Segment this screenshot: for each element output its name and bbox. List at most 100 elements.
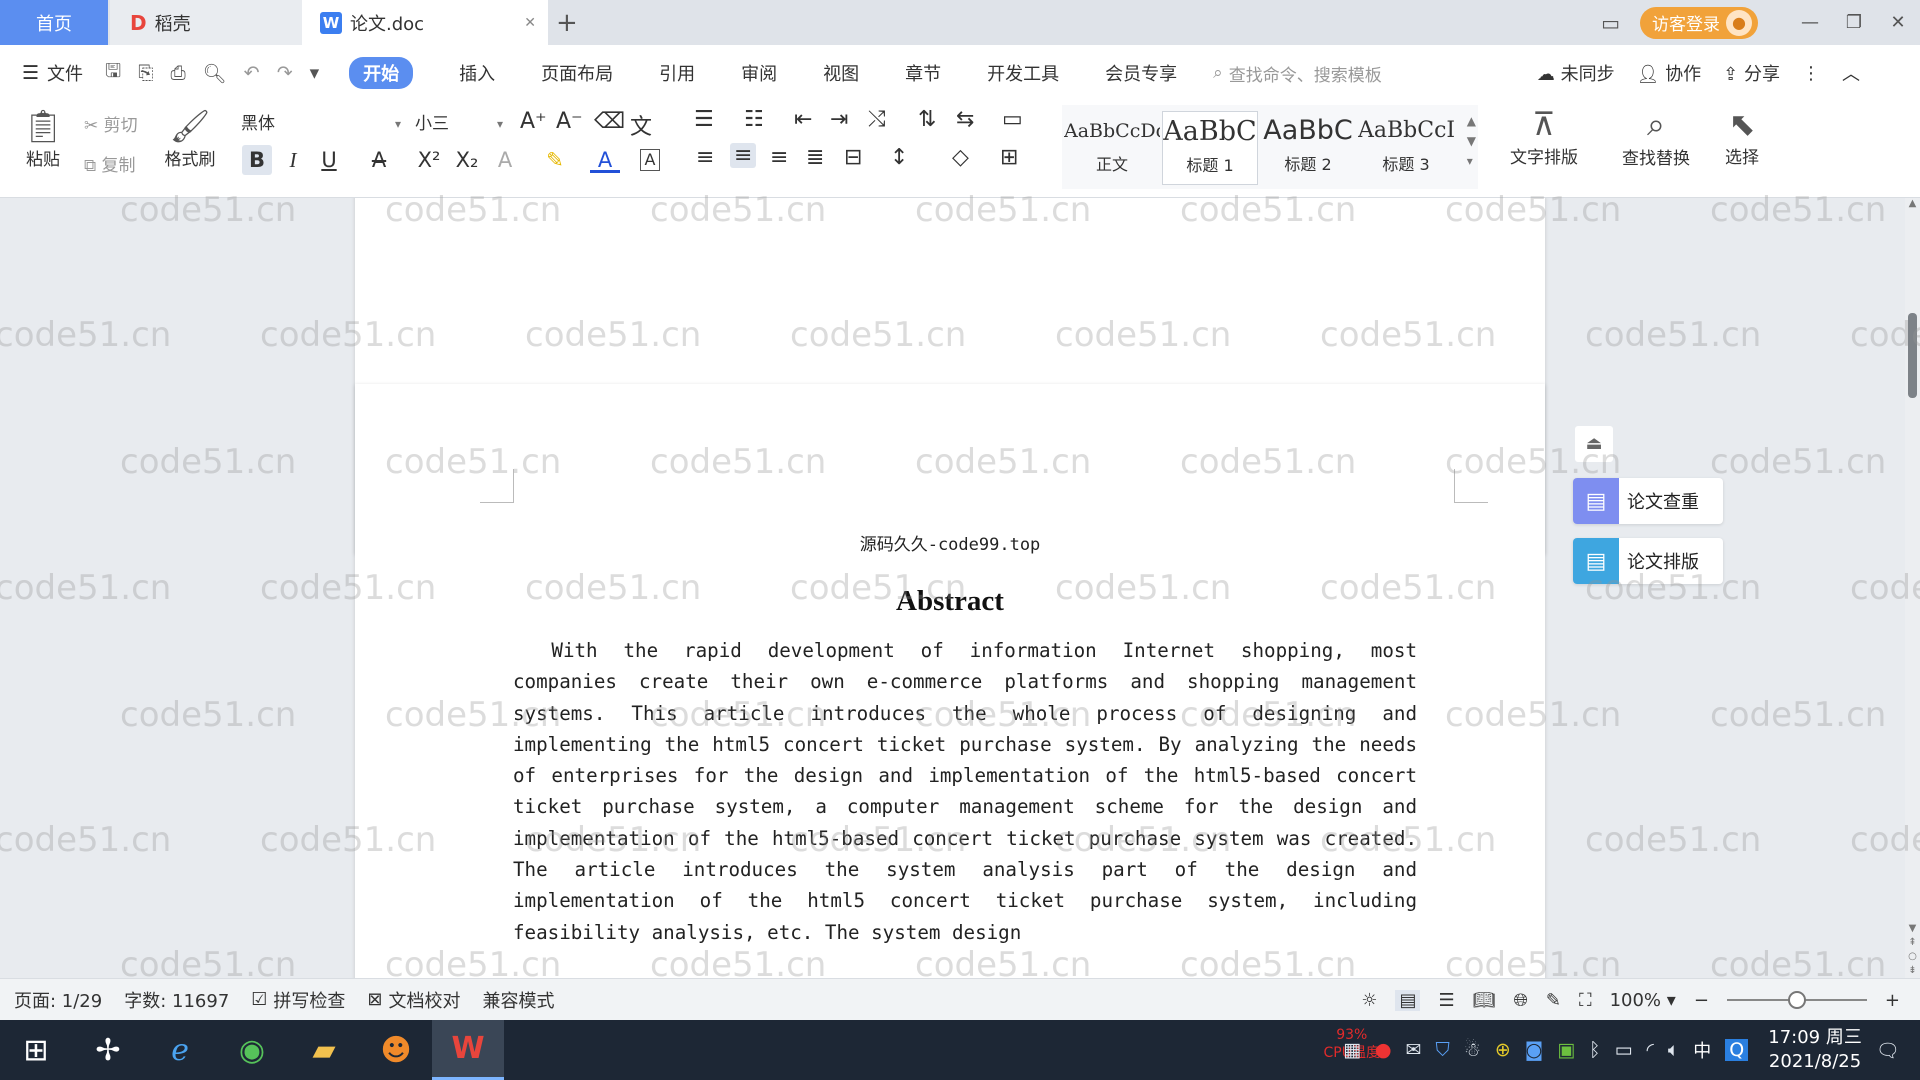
start-icon[interactable]: ⊞ — [0, 1020, 72, 1080]
tray-nvidia-icon[interactable]: ▣ — [1557, 1039, 1575, 1061]
page-view-icon[interactable]: ▤ — [1395, 989, 1421, 1011]
print-preview-icon[interactable]: 🔍︎ — [203, 62, 227, 85]
ruler-icon[interactable]: ▭ — [1002, 107, 1023, 132]
italic-button[interactable]: I — [278, 145, 308, 175]
style-normal[interactable]: AaBbCcDd 正文 — [1064, 111, 1160, 185]
align-center-icon[interactable]: ≡ — [730, 143, 757, 168]
strikethrough-button[interactable]: A — [364, 145, 394, 175]
clock[interactable]: 17:09 周三 2021/8/25 — [1768, 1026, 1862, 1074]
quick-access-dropdown-icon[interactable]: ▾ — [310, 62, 320, 84]
select-button[interactable]: ⬉ 选择 — [1712, 105, 1772, 168]
ime-indicator[interactable]: 中 — [1693, 1037, 1711, 1063]
font-size-select[interactable]: 小三 ▾ — [410, 110, 510, 138]
page-header[interactable]: 源码久久-code99.top — [355, 530, 1545, 555]
command-search[interactable]: ⌕ 查找命令、搜索模板 — [1213, 61, 1382, 86]
collapse-ribbon-icon[interactable]: ︿ — [1842, 60, 1860, 86]
proofread-button[interactable]: ⊠ 文档校对 — [367, 987, 460, 1013]
tab-daoke[interactable]: D 稻壳 — [110, 0, 302, 45]
share-button[interactable]: ⇪ 分享 — [1723, 60, 1780, 86]
page-indicator[interactable]: 页面: 1/29 — [14, 987, 102, 1013]
tab-view[interactable]: 视图 — [823, 60, 859, 86]
tab-document[interactable]: W 论文.doc ✕ — [302, 0, 548, 45]
collaborate-button[interactable]: 👤︎ 协作 — [1637, 60, 1702, 86]
zoom-slider[interactable] — [1726, 991, 1867, 1009]
wps-writer-icon[interactable]: W — [432, 1020, 504, 1080]
highlight-icon[interactable]: ✎ — [540, 145, 570, 175]
tab-member[interactable]: 会员专享 — [1105, 60, 1177, 86]
eye-protection-icon[interactable]: ☼ — [1361, 990, 1377, 1011]
tray-plus-icon[interactable]: ⊕ — [1495, 1039, 1511, 1061]
shading-icon[interactable]: ◇ — [952, 145, 969, 170]
sync-button[interactable]: ☁ 未同步 — [1537, 60, 1615, 86]
more-icon[interactable]: ⋮ — [1802, 63, 1820, 84]
align-right-icon[interactable]: ≡ — [770, 145, 788, 170]
subscript-button[interactable]: X₂ — [452, 145, 482, 175]
bullet-list-icon[interactable]: ☰ — [694, 107, 714, 132]
bluetooth-icon[interactable]: ᛒ — [1589, 1039, 1600, 1061]
phonetic-guide-icon[interactable]: 文 — [630, 109, 652, 141]
page-nav-icons[interactable]: ▼ ⇞ ○ ⇟ — [1905, 922, 1920, 978]
zoom-in-icon[interactable]: + — [1885, 990, 1900, 1011]
media-app-icon[interactable]: ☻ — [360, 1020, 432, 1080]
zoom-slider-knob[interactable] — [1787, 991, 1806, 1009]
pinwheel-app-icon[interactable]: ✢ — [72, 1020, 144, 1080]
tab-page-layout[interactable]: 页面布局 — [541, 60, 613, 86]
style-heading-3[interactable]: AaBbCcI 标题 3 — [1358, 111, 1454, 185]
thesis-check-button[interactable]: ▤ 论文查重 — [1573, 478, 1723, 524]
word-count[interactable]: 字数: 11697 — [124, 987, 229, 1013]
fit-page-icon[interactable]: ⛶ — [1579, 990, 1592, 1011]
undo-icon[interactable]: ↶ — [244, 62, 260, 84]
font-name-select[interactable]: 黑体 ▾ — [236, 110, 408, 138]
zoom-out-icon[interactable]: − — [1694, 990, 1709, 1011]
volume-icon[interactable]: 🔈︎ — [1668, 1039, 1679, 1061]
superscript-button[interactable]: X² — [414, 145, 444, 175]
vertical-scrollbar[interactable]: ▲ ▼ ⇞ ○ ⇟ — [1905, 198, 1920, 978]
clear-format-icon[interactable]: ⌫ — [594, 109, 625, 134]
write-mode-icon[interactable]: ✎ — [1546, 990, 1561, 1011]
line-spacing-icon[interactable]: ↕ — [890, 145, 908, 170]
justify-icon[interactable]: ≣ — [806, 145, 824, 170]
abstract-paragraph[interactable]: With the rapid development of informatio… — [513, 635, 1417, 948]
bold-button[interactable]: B — [242, 145, 272, 175]
tray-blue-icon[interactable]: ◙ — [1525, 1039, 1543, 1061]
outline-view-icon[interactable]: ☰ — [1438, 990, 1454, 1011]
green-browser-icon[interactable]: ◉ — [216, 1020, 288, 1080]
tab-home[interactable]: 首页 — [0, 0, 108, 45]
reading-view-icon[interactable]: 📖︎ — [1473, 990, 1496, 1011]
visitor-login-button[interactable]: 访客登录 ● — [1640, 6, 1758, 39]
web-view-icon[interactable]: 🌐︎ — [1513, 990, 1527, 1011]
battery-icon[interactable]: ▭ — [1615, 1039, 1633, 1061]
style-gallery-scroll[interactable]: ▲ ▼ ▾ — [1467, 111, 1476, 171]
close-tab-icon[interactable]: ✕ — [524, 15, 536, 31]
cut-button[interactable]: ✂ 剪切 — [84, 111, 138, 136]
grow-font-icon[interactable]: A⁺ — [520, 109, 547, 134]
wifi-icon[interactable]: ◜ — [1647, 1039, 1654, 1061]
text-layout-button[interactable]: ⊼ 文字排版 — [1494, 105, 1594, 168]
tray-app-icon[interactable]: ▦ — [1343, 1039, 1361, 1061]
window-layout-icon[interactable]: ▭ — [1601, 11, 1620, 35]
paste-button[interactable]: 📋︎ 粘贴 — [18, 107, 68, 170]
find-replace-button[interactable]: ⌕ 查找替换 — [1606, 105, 1706, 169]
distribute-icon[interactable]: ⊟ — [844, 145, 862, 170]
underline-button[interactable]: U — [314, 145, 344, 175]
tray-shield-icon[interactable]: ⛉ — [1436, 1039, 1450, 1061]
tab-insert[interactable]: 插入 — [459, 60, 495, 86]
tab-review[interactable]: 审阅 — [741, 60, 777, 86]
ie-browser-icon[interactable]: ℯ — [144, 1020, 216, 1080]
output-icon[interactable]: ⎘ — [138, 62, 153, 84]
tray-qq-icon[interactable]: ☃ — [1464, 1039, 1481, 1061]
restore-icon[interactable]: ❐ — [1832, 12, 1876, 33]
abstract-heading[interactable]: Abstract — [355, 585, 1545, 618]
print-icon[interactable]: ⎙ — [170, 62, 185, 84]
style-heading-1[interactable]: AaBbC 标题 1 — [1162, 111, 1258, 185]
char-border-button[interactable]: A — [640, 149, 660, 171]
close-window-icon[interactable]: ✕ — [1876, 12, 1920, 33]
tray-red-app-icon[interactable]: ● — [1375, 1039, 1392, 1061]
style-heading-2[interactable]: AaBbC 标题 2 — [1260, 111, 1356, 185]
numbered-list-icon[interactable]: ☷ — [744, 107, 764, 132]
spell-check-button[interactable]: ☑ 拼写检查 — [251, 987, 345, 1013]
redo-icon[interactable]: ↷ — [277, 62, 293, 84]
document-area[interactable]: 源码久久-code99.top Abstract With the rapid … — [0, 198, 1905, 978]
borders-icon[interactable]: ⊞ — [1000, 145, 1018, 170]
format-painter-button[interactable]: 🖌︎ 格式刷 — [160, 107, 220, 170]
